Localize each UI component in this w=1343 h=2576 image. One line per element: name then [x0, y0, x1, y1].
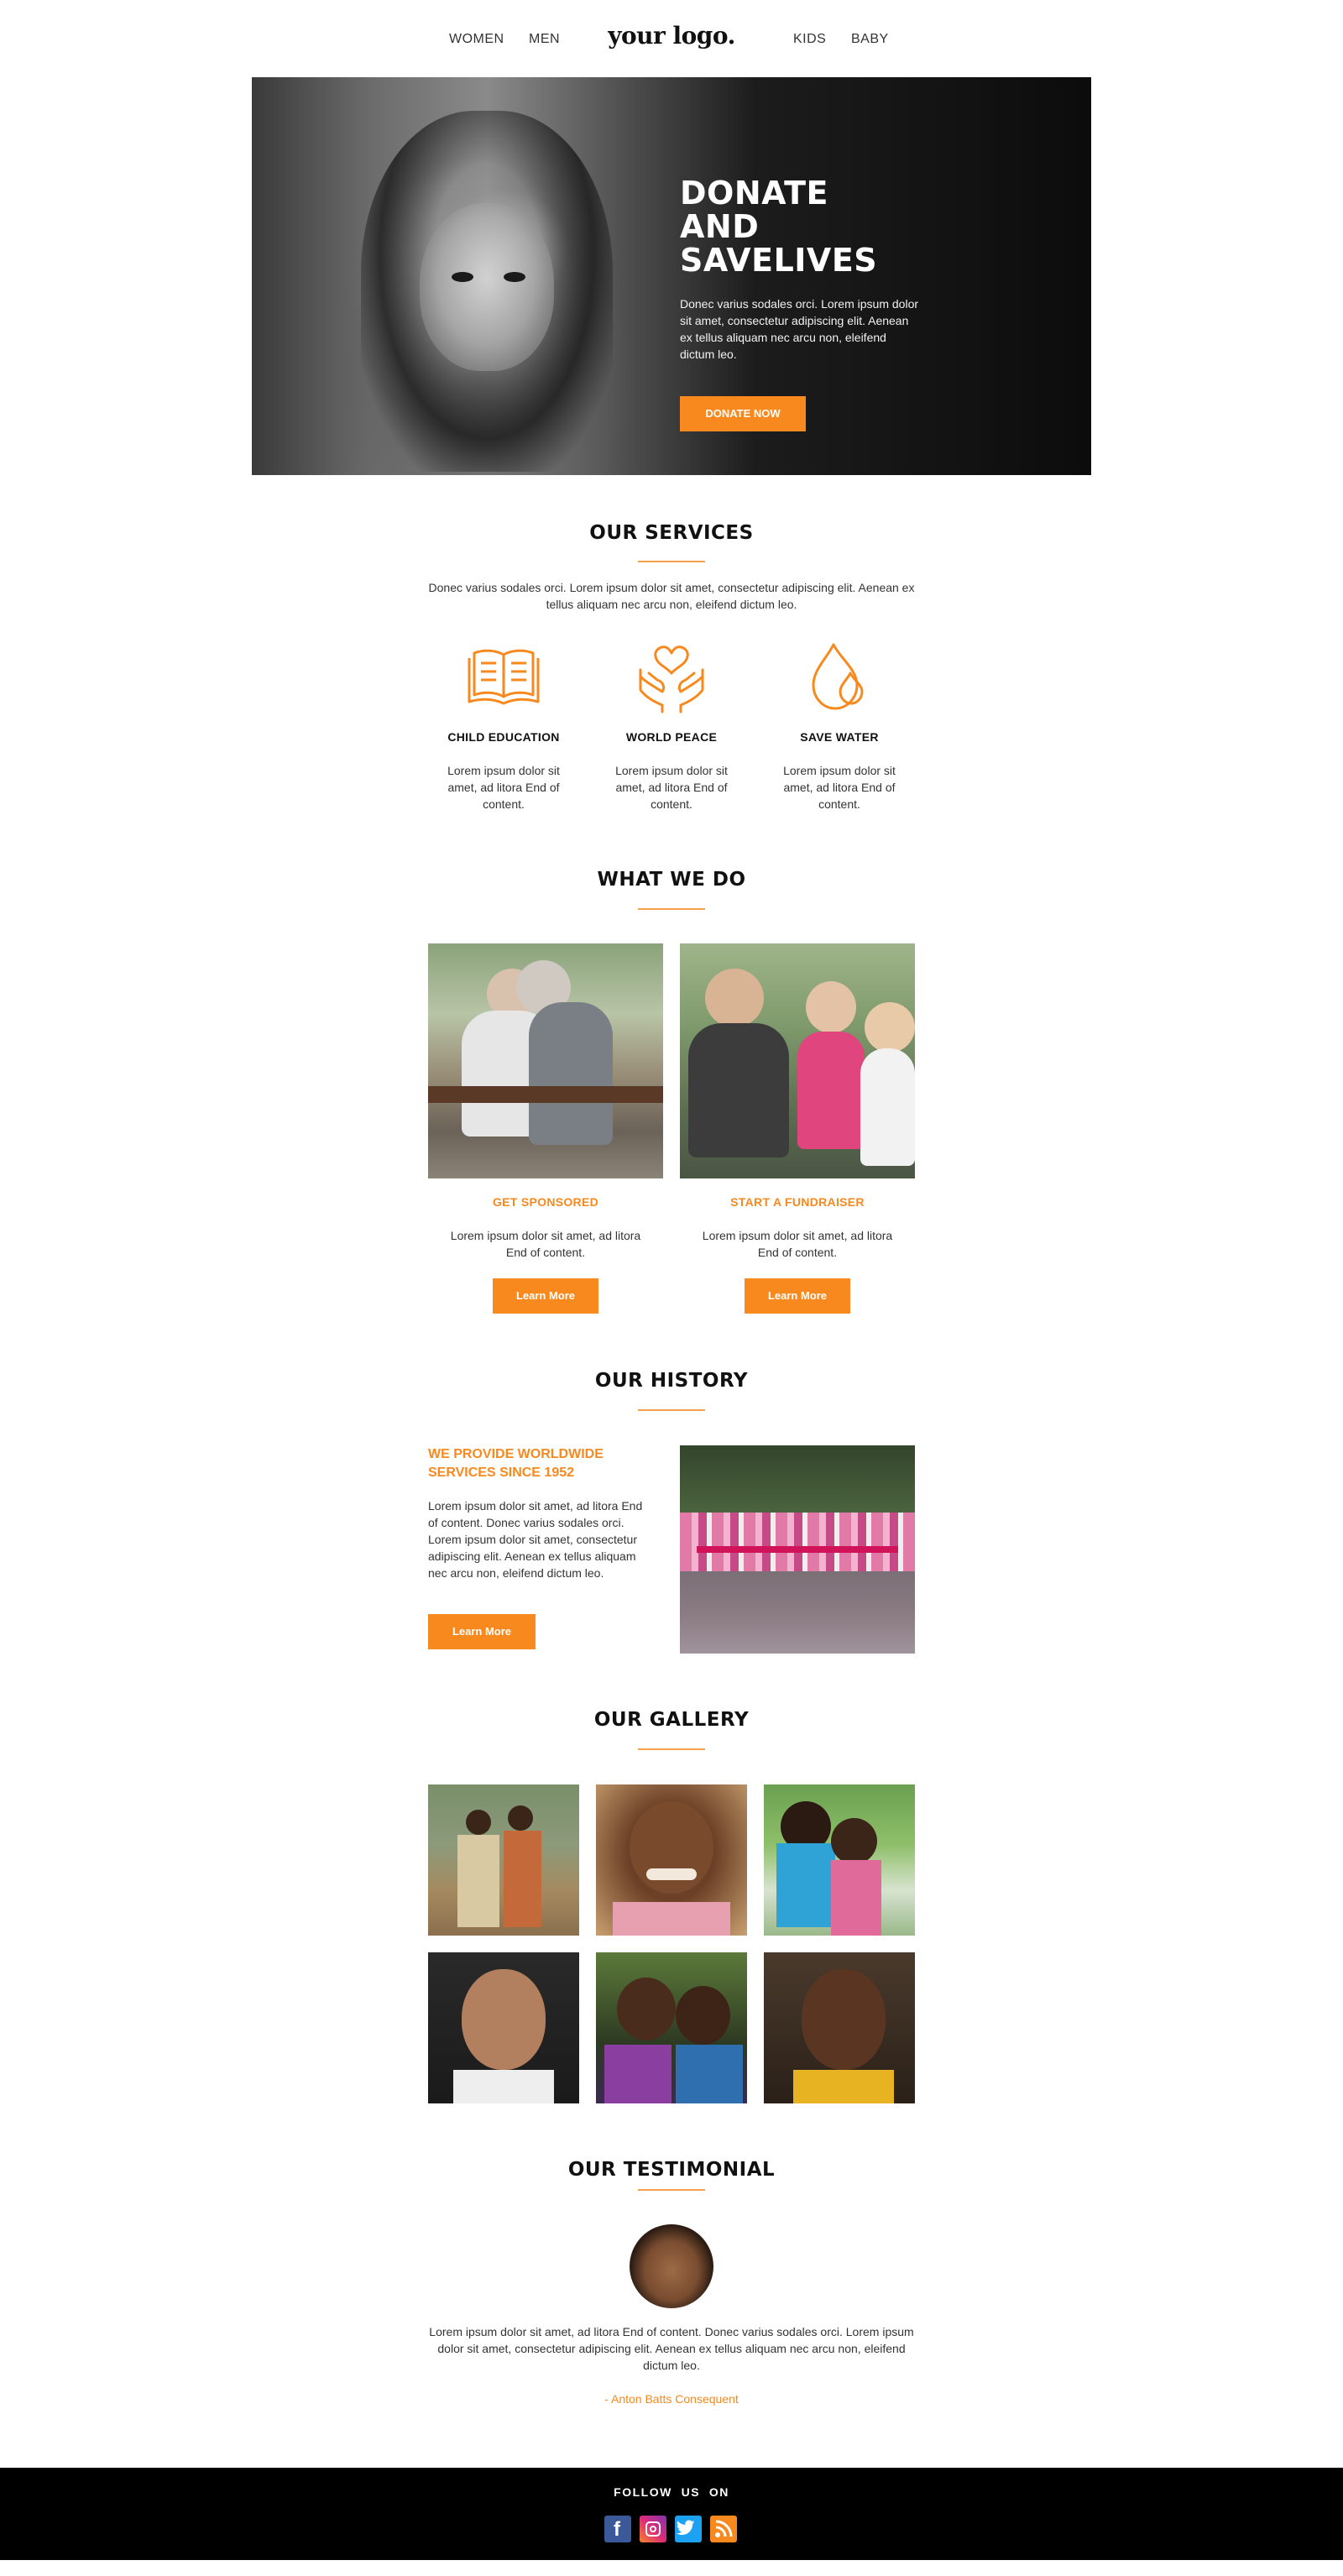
- hero-title-line: DONATE: [680, 175, 828, 212]
- photo-elderly-couple: [428, 943, 663, 1178]
- facebook-icon[interactable]: f: [604, 2516, 631, 2542]
- rss-icon[interactable]: [710, 2516, 737, 2542]
- service-title: SAVE WATER: [800, 730, 879, 744]
- photo-charity-walk: [680, 1445, 915, 1654]
- hero-photo-face: [420, 203, 554, 371]
- nav-link-kids[interactable]: KIDS: [793, 32, 826, 47]
- history-text: Lorem ipsum dolor sit amet, ad litora En…: [428, 1499, 643, 1580]
- service-text: Lorem ipsum dolor sit amet, ad litora En…: [447, 764, 560, 811]
- testimonial-title: OUR TESTIMONIAL: [567, 2159, 776, 2181]
- section-divider: [638, 1409, 705, 1411]
- section-divider: [638, 1748, 705, 1750]
- logo: your logo.: [608, 22, 735, 50]
- gallery-photo: [764, 1784, 915, 1936]
- learn-more-button[interactable]: Learn More: [428, 1614, 536, 1649]
- hero-banner: [252, 77, 1091, 475]
- photo-woman-with-girls: [680, 943, 915, 1178]
- book-icon: [468, 649, 540, 705]
- gallery-photo: [428, 1784, 579, 1936]
- testimonial-avatar: [630, 2224, 713, 2308]
- what-we-do-title: WHAT WE DO: [597, 869, 746, 891]
- twitter-icon[interactable]: [675, 2516, 702, 2542]
- footer: [0, 2468, 1343, 2560]
- learn-more-button[interactable]: Learn More: [745, 1278, 850, 1314]
- what-we-do-text: Lorem ipsum dolor sit amet, ad litora En…: [702, 1229, 893, 1259]
- section-divider: [638, 2189, 705, 2191]
- history-title: OUR HISTORY: [594, 1370, 749, 1392]
- heart-hands-icon: [639, 645, 704, 713]
- nav-link-women[interactable]: WOMEN: [449, 32, 504, 47]
- follow-us-label: FOLLOW US ON: [614, 2485, 729, 2499]
- testimonial-text: Lorem ipsum dolor sit amet, ad litora En…: [429, 2325, 914, 2372]
- gallery-photo: [596, 1952, 747, 2103]
- what-we-do-text: Lorem ipsum dolor sit amet, ad litora En…: [450, 1229, 641, 1259]
- service-title: CHILD EDUCATION: [447, 730, 560, 744]
- hero-title: DONATE AND SAVELIVES: [680, 176, 948, 277]
- nav-link-baby[interactable]: BABY: [851, 32, 889, 47]
- gallery-photo: [764, 1952, 915, 2103]
- water-drops-icon: [812, 643, 864, 710]
- service-text: Lorem ipsum dolor sit amet, ad litora En…: [783, 764, 896, 811]
- service-title: WORLD PEACE: [625, 730, 718, 744]
- gallery-title: OUR GALLERY: [593, 1709, 750, 1731]
- start-fundraiser-label: START A FUNDRAISER: [730, 1195, 865, 1209]
- hero-photo-eye: [504, 272, 525, 282]
- get-sponsored-label: GET SPONSORED: [492, 1195, 599, 1209]
- donate-now-button[interactable]: DONATE NOW: [680, 396, 806, 431]
- nav-link-men[interactable]: MEN: [529, 32, 560, 47]
- gallery-photo: [596, 1784, 747, 1936]
- instagram-icon[interactable]: [640, 2516, 666, 2542]
- services-intro: Donec varius sodales orci. Lorem ipsum d…: [428, 581, 915, 611]
- learn-more-button[interactable]: Learn More: [493, 1278, 598, 1314]
- history-heading: WE PROVIDE WORLDWIDE SERVICES SINCE 1952: [428, 1447, 604, 1480]
- service-text: Lorem ipsum dolor sit amet, ad litora En…: [615, 764, 728, 811]
- hero-text: Donec varius sodales orci. Lorem ipsum d…: [680, 297, 919, 361]
- gallery-photo: [428, 1952, 579, 2103]
- services-title: OUR SERVICES: [589, 522, 754, 544]
- testimonial-author: - Anton Batts Consequent: [604, 2392, 739, 2406]
- hero-title-line: SAVELIVES: [680, 242, 878, 279]
- hero-title-line: AND: [680, 208, 760, 245]
- section-divider: [638, 908, 705, 910]
- section-divider: [638, 561, 705, 562]
- hero-photo-eye: [452, 272, 473, 282]
